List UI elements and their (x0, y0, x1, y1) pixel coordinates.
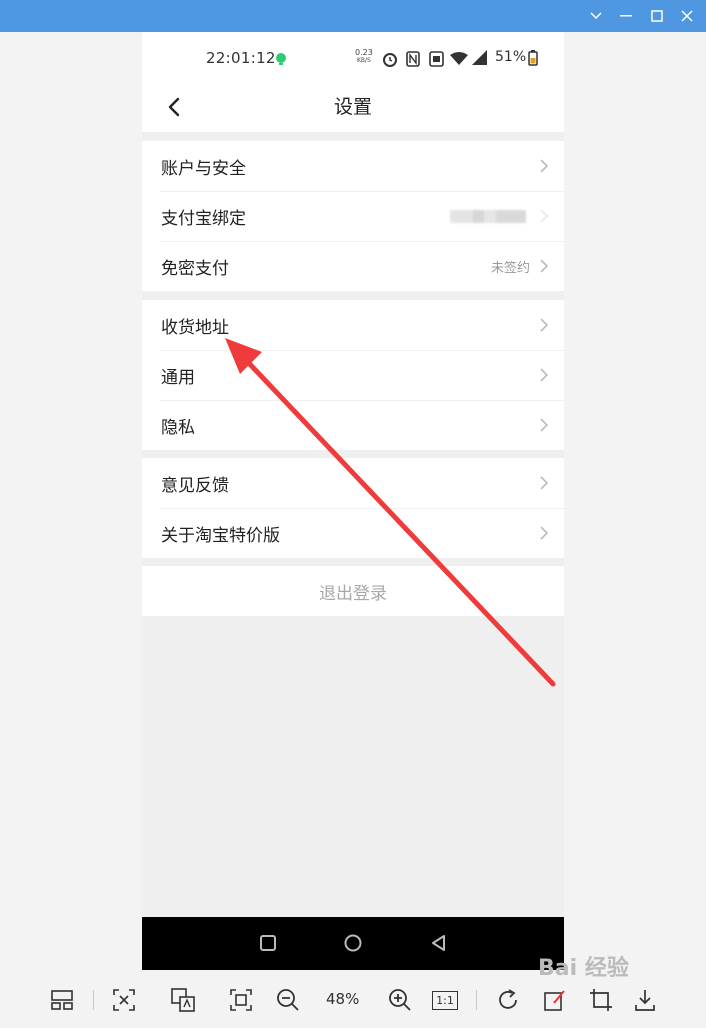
rotate-icon (499, 989, 517, 1009)
wifi-icon (450, 52, 468, 70)
crop-icon (590, 989, 612, 1011)
nfc-icon (406, 51, 420, 71)
settings-row-feedback[interactable]: 意见反馈 (142, 458, 564, 508)
watermark-logo: Bai 经验 (538, 956, 629, 981)
row-label: 隐私 (161, 417, 195, 438)
circle-icon (344, 934, 362, 952)
status-time: 22:01:12 (206, 49, 276, 67)
settings-row-general[interactable]: 通用 (142, 350, 564, 400)
thumbnail-layout-button[interactable] (48, 986, 76, 1014)
row-label: 通用 (161, 367, 195, 388)
row-label: 关于淘宝特价版 (161, 525, 280, 546)
chevron-right-icon (540, 526, 549, 540)
maximize-icon[interactable] (647, 6, 667, 26)
recent-apps-button[interactable] (258, 933, 278, 953)
zoom-in-icon (389, 989, 411, 1011)
translate-button[interactable] (169, 986, 197, 1014)
settings-group-general: 收货地址 通用 隐私 (142, 300, 564, 450)
net-speed-unit: KB/S (356, 57, 371, 64)
chevron-right-icon (540, 159, 549, 173)
cellular-signal-icon (470, 49, 488, 70)
battery-text: 51% (495, 49, 527, 65)
row-value: 未签约 (490, 260, 530, 276)
chevron-down-icon[interactable] (586, 6, 606, 26)
zoom-level: 48% (326, 990, 360, 1008)
settings-row-account-security[interactable]: 账户与安全 (142, 141, 564, 191)
row-label: 免密支付 (161, 258, 229, 279)
row-label: 账户与安全 (161, 158, 246, 179)
edit-button[interactable] (541, 986, 569, 1014)
chevron-right-icon (540, 318, 549, 332)
crop-button[interactable] (587, 986, 615, 1014)
minimize-icon[interactable] (616, 6, 636, 26)
page-header: 设置 (142, 82, 564, 132)
logout-button[interactable]: 退出登录 (142, 566, 564, 616)
volte-icon (429, 51, 444, 71)
window-titlebar (0, 0, 706, 32)
settings-group-about: 意见反馈 关于淘宝特价版 (142, 458, 564, 558)
phone-screen: 22:01:12 0.23 KB/S 51% 设置 账户与安全 支付宝绑定 免密… (142, 32, 564, 970)
extract-text-button[interactable] (110, 986, 138, 1014)
zoom-in-button[interactable] (386, 986, 414, 1014)
toolbar-divider (93, 990, 94, 1010)
fit-screen-icon (230, 989, 252, 1011)
battery-icon (528, 50, 538, 70)
notification-dot-icon (275, 52, 287, 70)
zoom-out-button[interactable] (274, 986, 302, 1014)
row-label: 收货地址 (161, 317, 229, 338)
net-speed-value: 0.23 (355, 48, 373, 57)
square-icon (260, 935, 276, 951)
chevron-right-icon (540, 368, 549, 382)
row-label: 支付宝绑定 (161, 208, 246, 229)
chevron-right-icon (540, 476, 549, 490)
download-icon (635, 990, 655, 1011)
layout-icon (51, 990, 73, 1010)
close-icon[interactable] (677, 6, 697, 26)
chevron-right-icon (540, 418, 549, 432)
rotate-button[interactable] (494, 986, 522, 1014)
settings-row-privacy[interactable]: 隐私 (142, 400, 564, 450)
row-label: 意见反馈 (161, 475, 229, 496)
home-button[interactable] (343, 933, 363, 953)
triangle-back-icon (432, 935, 445, 951)
text-extract-icon (113, 989, 135, 1011)
toolbar-divider (476, 990, 477, 1010)
android-nav-bar (142, 917, 564, 970)
edit-icon (544, 990, 565, 1011)
settings-row-alipay-binding[interactable]: 支付宝绑定 (142, 191, 564, 241)
settings-row-about[interactable]: 关于淘宝特价版 (142, 508, 564, 558)
fit-to-window-button[interactable] (227, 986, 255, 1014)
translate-icon (171, 988, 195, 1012)
status-bar: 22:01:12 0.23 KB/S 51% (142, 32, 564, 82)
actual-size-label: 1:1 (432, 990, 458, 1010)
chevron-right-icon (540, 209, 549, 223)
actual-size-button[interactable]: 1:1 (431, 986, 459, 1014)
settings-row-shipping-address[interactable]: 收货地址 (142, 300, 564, 350)
chevron-right-icon (540, 259, 549, 273)
system-back-button[interactable] (429, 933, 449, 953)
page-title: 设置 (333, 96, 372, 118)
settings-group-account: 账户与安全 支付宝绑定 免密支付 未签约 (142, 141, 564, 291)
redacted-value (450, 210, 526, 223)
download-button[interactable] (631, 986, 659, 1014)
zoom-out-icon (277, 989, 299, 1011)
settings-row-password-free-payment[interactable]: 免密支付 未签约 (142, 241, 564, 291)
alarm-icon (382, 51, 398, 71)
net-speed: 0.23 KB/S (355, 49, 373, 65)
